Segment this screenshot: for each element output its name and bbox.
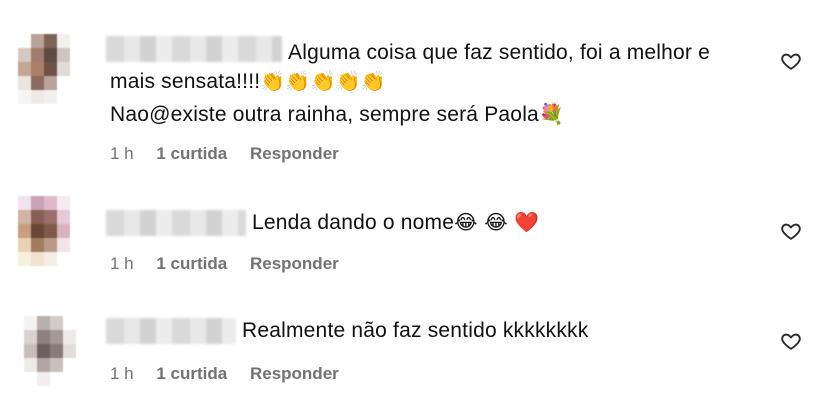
avatar-pixel <box>18 224 31 238</box>
avatar-pixel <box>18 34 31 48</box>
heart-icon[interactable] <box>780 50 802 72</box>
avatar-pixel <box>31 224 44 238</box>
avatar-pixel <box>24 344 37 358</box>
comment-time: 1 h <box>110 254 134 273</box>
heart-icon[interactable] <box>780 220 802 242</box>
avatar-pixel <box>44 34 57 48</box>
avatar-pixel <box>31 76 44 90</box>
comment-text: Alguma coisa que faz sentido, foi a melh… <box>288 38 710 67</box>
avatar-pixel <box>50 358 63 372</box>
avatar-pixel <box>31 62 44 76</box>
avatar-pixel <box>63 316 76 330</box>
avatar-pixel <box>31 210 44 224</box>
avatar-pixel <box>31 252 44 266</box>
comment-line: Nao@existe outra rainha, sempre será Pao… <box>110 103 539 126</box>
avatar-pixel <box>50 372 63 386</box>
laughing-crying-heart-emoji: 😂 😂 ❤️ <box>454 210 540 234</box>
comment-text: mais sensata!!!!👏👏👏👏👏 <box>110 67 386 96</box>
clapping-hands-emoji: 👏👏👏👏👏 <box>260 69 386 93</box>
comment-item: Realmente não faz sentido kkkkkkkk 1 h 1… <box>0 290 820 402</box>
avatar-pixel <box>57 238 70 252</box>
avatar-pixel <box>44 238 57 252</box>
avatar-pixel <box>37 372 50 386</box>
avatar-pixel <box>57 252 70 266</box>
comment-meta: 1 h 1 curtida Responder <box>110 144 357 164</box>
avatar-pixel <box>57 34 70 48</box>
reply-button[interactable]: Responder <box>250 254 339 273</box>
avatar-pixel <box>50 330 63 344</box>
avatar-pixel <box>63 358 76 372</box>
avatar-pixel <box>37 344 50 358</box>
reply-button[interactable]: Responder <box>250 144 339 163</box>
reply-button[interactable]: Responder <box>250 364 339 383</box>
avatar-pixel <box>44 196 57 210</box>
avatar-pixel <box>18 238 31 252</box>
avatar-pixel <box>63 330 76 344</box>
avatar-pixel <box>44 76 57 90</box>
avatar-pixel <box>37 330 50 344</box>
comment-line: Lenda dando o nome <box>252 211 455 234</box>
comment-text: Lenda dando o nome😂 😂 ❤️ <box>252 208 539 237</box>
avatar-pixel <box>44 224 57 238</box>
avatar-pixel <box>63 344 76 358</box>
comment-meta: 1 h 1 curtida Responder <box>110 364 357 384</box>
comment-line: Alguma coisa que faz sentido, foi a melh… <box>288 41 711 64</box>
heart-icon[interactable] <box>780 330 802 352</box>
avatar-pixel <box>44 90 57 104</box>
avatar-pixel <box>31 90 44 104</box>
avatar-pixel <box>57 76 70 90</box>
avatar-pixel <box>44 210 57 224</box>
avatar-pixel <box>57 224 70 238</box>
comment-text: Nao@existe outra rainha, sempre será Pao… <box>110 100 564 129</box>
comment-item: Lenda dando o nome😂 😂 ❤️ 1 h 1 curtida R… <box>0 180 820 290</box>
avatar-pixel <box>18 196 31 210</box>
avatar-pixel <box>24 358 37 372</box>
avatar-pixel <box>57 48 70 62</box>
avatar-pixel <box>57 62 70 76</box>
avatar-pixel <box>18 48 31 62</box>
avatar-pixel <box>18 90 31 104</box>
avatar-pixel <box>57 210 70 224</box>
avatar-pixel <box>31 34 44 48</box>
avatar-pixel <box>57 90 70 104</box>
avatar-pixel <box>24 372 37 386</box>
avatar[interactable] <box>18 196 70 266</box>
avatar-pixel <box>18 210 31 224</box>
avatar-pixel <box>44 62 57 76</box>
comment-time: 1 h <box>110 364 134 383</box>
comment-item: Alguma coisa que faz sentido, foi a melh… <box>0 0 820 180</box>
avatar-pixel <box>24 330 37 344</box>
avatar-pixel <box>57 196 70 210</box>
avatar-pixel <box>18 62 31 76</box>
bouquet-emoji: 💐 <box>538 102 565 126</box>
avatar-pixel <box>50 316 63 330</box>
avatar-pixel <box>50 344 63 358</box>
likes-count[interactable]: 1 curtida <box>156 364 227 383</box>
username-blurred[interactable] <box>106 318 236 344</box>
avatar-pixel <box>24 316 37 330</box>
avatar-pixel <box>37 316 50 330</box>
avatar-pixel <box>31 196 44 210</box>
likes-count[interactable]: 1 curtida <box>156 144 227 163</box>
avatar-pixel <box>44 48 57 62</box>
likes-count[interactable]: 1 curtida <box>156 254 227 273</box>
avatar-pixel <box>37 358 50 372</box>
username-blurred[interactable] <box>106 210 246 236</box>
avatar-pixel <box>18 252 31 266</box>
comment-line: Realmente não faz sentido kkkkkkkk <box>242 319 589 342</box>
comment-line: mais sensata!!!! <box>110 70 261 93</box>
avatar-pixel <box>31 238 44 252</box>
avatar-pixel <box>44 252 57 266</box>
avatar-pixel <box>31 48 44 62</box>
comment-text: Realmente não faz sentido kkkkkkkk <box>242 316 588 345</box>
username-blurred[interactable] <box>106 36 282 62</box>
comment-time: 1 h <box>110 144 134 163</box>
avatar[interactable] <box>18 34 70 104</box>
avatar-pixel <box>18 76 31 90</box>
comment-meta: 1 h 1 curtida Responder <box>110 254 357 274</box>
avatar-pixel <box>63 372 76 386</box>
avatar[interactable] <box>24 316 76 386</box>
